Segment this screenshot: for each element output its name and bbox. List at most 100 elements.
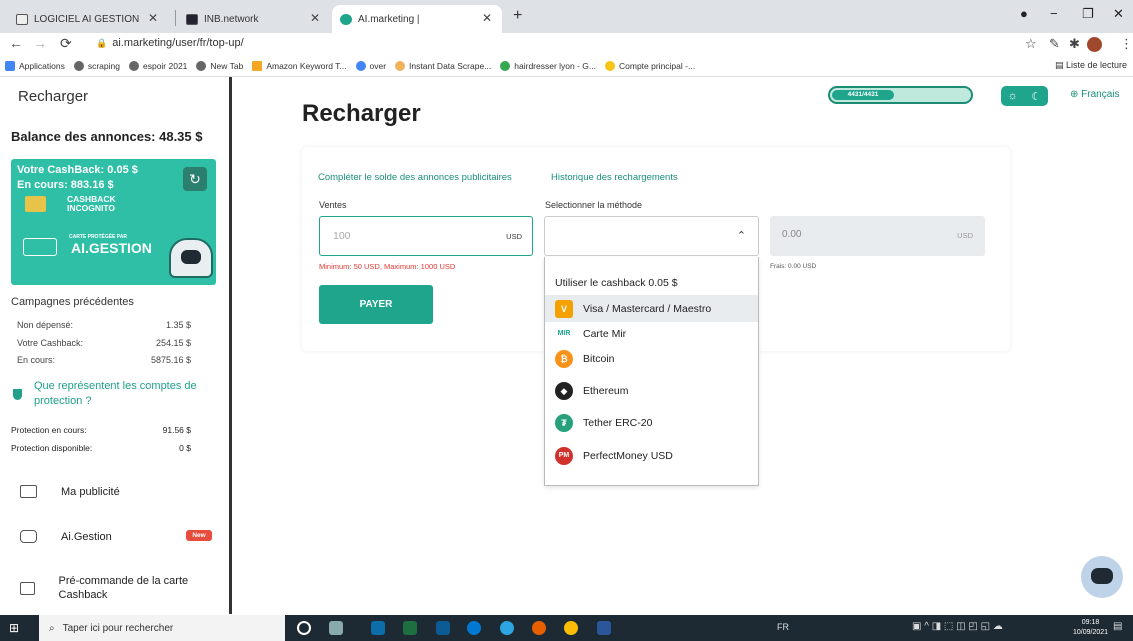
word-icon[interactable] bbox=[597, 621, 611, 635]
stat-row: Votre Cashback: 254.15 $ bbox=[17, 338, 191, 348]
clock[interactable]: 09:18 10/09/2021 bbox=[1073, 618, 1108, 638]
url-bar[interactable]: 🔒 ai.marketing/user/fr/top-up/ bbox=[96, 37, 244, 49]
tab-favicon-icon bbox=[186, 13, 198, 25]
shield-icon bbox=[13, 389, 22, 400]
card-brand: AI.GESTION bbox=[71, 240, 152, 256]
windows-start-icon[interactable]: ⊞ bbox=[9, 621, 19, 635]
taskbar-search[interactable]: ⌕ Taper ici pour rechercher bbox=[39, 615, 285, 641]
globe-icon bbox=[196, 60, 207, 71]
ethereum-icon: ◆ bbox=[555, 381, 573, 400]
cashback-card: Votre CashBack: 0.05 $ En cours: 883.16 … bbox=[11, 159, 216, 285]
account-icon bbox=[605, 60, 615, 71]
option-tether[interactable]: ₮ Tether ERC-20 bbox=[545, 409, 758, 436]
bookmark-item[interactable]: over bbox=[355, 60, 386, 71]
browser-tab-2[interactable]: INB.network ✕ bbox=[178, 5, 330, 33]
browser-tab-1[interactable]: LOGICIEL AI GESTION ✕ bbox=[8, 5, 168, 33]
avatar[interactable] bbox=[1087, 37, 1102, 52]
protection-question-link[interactable]: Que représentent les comptes de protecti… bbox=[34, 379, 226, 409]
puzzle-icon[interactable]: ✱ bbox=[1069, 36, 1080, 52]
globe-icon bbox=[73, 60, 84, 71]
theme-toggle[interactable]: ☼ ☾ bbox=[1001, 86, 1048, 106]
extension-icon[interactable]: ✎ bbox=[1049, 36, 1060, 52]
forward-icon[interactable]: → bbox=[33, 35, 47, 51]
currency-label: USD bbox=[506, 232, 522, 241]
system-tray-icon[interactable]: ▣ ^ ◨ ⬚ ◫ ◰ ◱ ☁ bbox=[912, 621, 1003, 632]
bookmark-item[interactable]: scraping bbox=[73, 60, 120, 71]
option-perfectmoney[interactable]: PM PerfectMoney USD bbox=[545, 442, 758, 469]
telegram-icon[interactable] bbox=[500, 621, 514, 635]
task-view-icon[interactable] bbox=[329, 621, 343, 635]
chatbot-icon[interactable] bbox=[1081, 556, 1123, 598]
bookmark-item[interactable]: espoir 2021 bbox=[128, 60, 187, 71]
progress-fill: 4431/4431 bbox=[832, 90, 894, 100]
reload-icon[interactable]: ⟳ bbox=[60, 35, 72, 52]
card-icon: V bbox=[555, 299, 573, 318]
close-tab-icon[interactable]: ✕ bbox=[310, 11, 320, 25]
star-icon[interactable]: ☆ bbox=[1025, 36, 1037, 52]
mail-icon[interactable] bbox=[371, 621, 385, 635]
bookmark-item[interactable]: Applications bbox=[5, 60, 65, 71]
store-icon[interactable] bbox=[436, 621, 450, 635]
option-ethereum[interactable]: ◆ Ethereum bbox=[545, 377, 758, 404]
excel-icon[interactable] bbox=[403, 621, 417, 635]
method-select[interactable]: ⌃ bbox=[544, 216, 759, 256]
chrome-icon[interactable] bbox=[564, 621, 578, 635]
bookmark-item[interactable]: New Tab bbox=[196, 60, 243, 71]
menu-ma-publicite[interactable]: Ma publicité bbox=[20, 485, 120, 498]
menu-dots-icon[interactable]: ⋮ bbox=[1120, 36, 1133, 52]
menu-ai-gestion[interactable]: Ai.Gestion bbox=[20, 530, 112, 543]
menu-precommande[interactable]: Pré-commande de la carte Cashback bbox=[20, 574, 210, 602]
bookmark-item[interactable]: Compte principal -... bbox=[605, 60, 695, 71]
language-selector[interactable]: ⊕ Français bbox=[1070, 89, 1120, 100]
keyboard-language[interactable]: FR bbox=[777, 622, 789, 632]
ad-icon bbox=[20, 485, 37, 498]
currency-label: USD bbox=[957, 231, 973, 240]
address-row: ← → ⟳ 🔒 ai.marketing/user/fr/top-up/ ☆ ✎ … bbox=[0, 33, 1133, 55]
skype-icon[interactable] bbox=[467, 621, 481, 635]
option-mir[interactable]: MIR Carte Mir bbox=[545, 320, 758, 347]
browser-tab-3[interactable]: AI.marketing | ✕ bbox=[332, 5, 502, 33]
notifications-icon[interactable]: ▤ bbox=[1113, 621, 1122, 632]
option-visa[interactable]: V Visa / Mastercard / Maestro bbox=[545, 295, 758, 322]
maximize-icon[interactable]: ❐ bbox=[1082, 6, 1094, 22]
new-tab-icon[interactable]: + bbox=[513, 7, 522, 25]
close-tab-icon[interactable]: ✕ bbox=[148, 11, 158, 25]
pay-button[interactable]: PAYER bbox=[319, 285, 433, 324]
option-bitcoin[interactable]: ₿ Bitcoin bbox=[545, 345, 758, 372]
minimize-icon[interactable]: − bbox=[1050, 6, 1058, 21]
refresh-icon[interactable]: ↻ bbox=[183, 167, 207, 191]
page-title: Recharger bbox=[302, 100, 421, 127]
ads-balance: Balance des annonces: 48.35 $ bbox=[11, 129, 203, 144]
chevron-up-icon: ⌃ bbox=[736, 230, 746, 242]
sidebar: Recharger Balance des annonces: 48.35 $ … bbox=[0, 77, 232, 614]
tab-complete-balance[interactable]: Compléter le solde des annonces publicit… bbox=[318, 172, 512, 183]
close-window-icon[interactable]: ✕ bbox=[1113, 6, 1124, 22]
card-chip-icon bbox=[25, 196, 46, 212]
method-label: Selectionner la méthode bbox=[545, 200, 643, 210]
reading-list[interactable]: ▤ Liste de lecture bbox=[1055, 60, 1127, 71]
prev-campaigns-title: Campagnes précédentes bbox=[11, 296, 134, 308]
firefox-icon[interactable] bbox=[532, 621, 546, 635]
search-icon: ⌕ bbox=[49, 622, 55, 634]
google-icon bbox=[355, 60, 366, 71]
cortana-icon[interactable] bbox=[297, 621, 311, 635]
ventes-label: Ventes bbox=[319, 200, 347, 210]
tab-history[interactable]: Historique des rechargements bbox=[551, 172, 678, 183]
perfectmoney-icon: PM bbox=[555, 446, 573, 465]
bookmark-item[interactable]: Instant Data Scrape... bbox=[395, 60, 491, 71]
bookmark-item[interactable]: Amazon Keyword T... bbox=[252, 60, 347, 71]
bitcoin-icon: ₿ bbox=[555, 349, 573, 368]
amount-input[interactable]: 100 USD bbox=[319, 216, 533, 256]
protection-row: Protection disponible: 0 $ bbox=[11, 443, 191, 453]
tab-bar: LOGICIEL AI GESTION ✕ INB.network ✕ AI.mar… bbox=[0, 0, 1133, 33]
bookmark-item[interactable]: hairdresser lyon - G... bbox=[500, 60, 596, 71]
progress-pill: 4431/4431 bbox=[828, 86, 973, 104]
card-cashback: Votre CashBack: 0.05 $ bbox=[17, 164, 138, 176]
cashback-option[interactable]: Utiliser le cashback 0.05 $ bbox=[555, 277, 678, 289]
sun-icon: ☼ bbox=[1007, 90, 1018, 102]
fees-label: Frais: 0.00 USD bbox=[770, 263, 817, 270]
card-en-cours: En cours: 883.16 $ bbox=[17, 179, 114, 191]
amount-value: 100 bbox=[333, 230, 351, 242]
close-tab-icon[interactable]: ✕ bbox=[482, 11, 492, 25]
back-icon[interactable]: ← bbox=[9, 35, 23, 51]
